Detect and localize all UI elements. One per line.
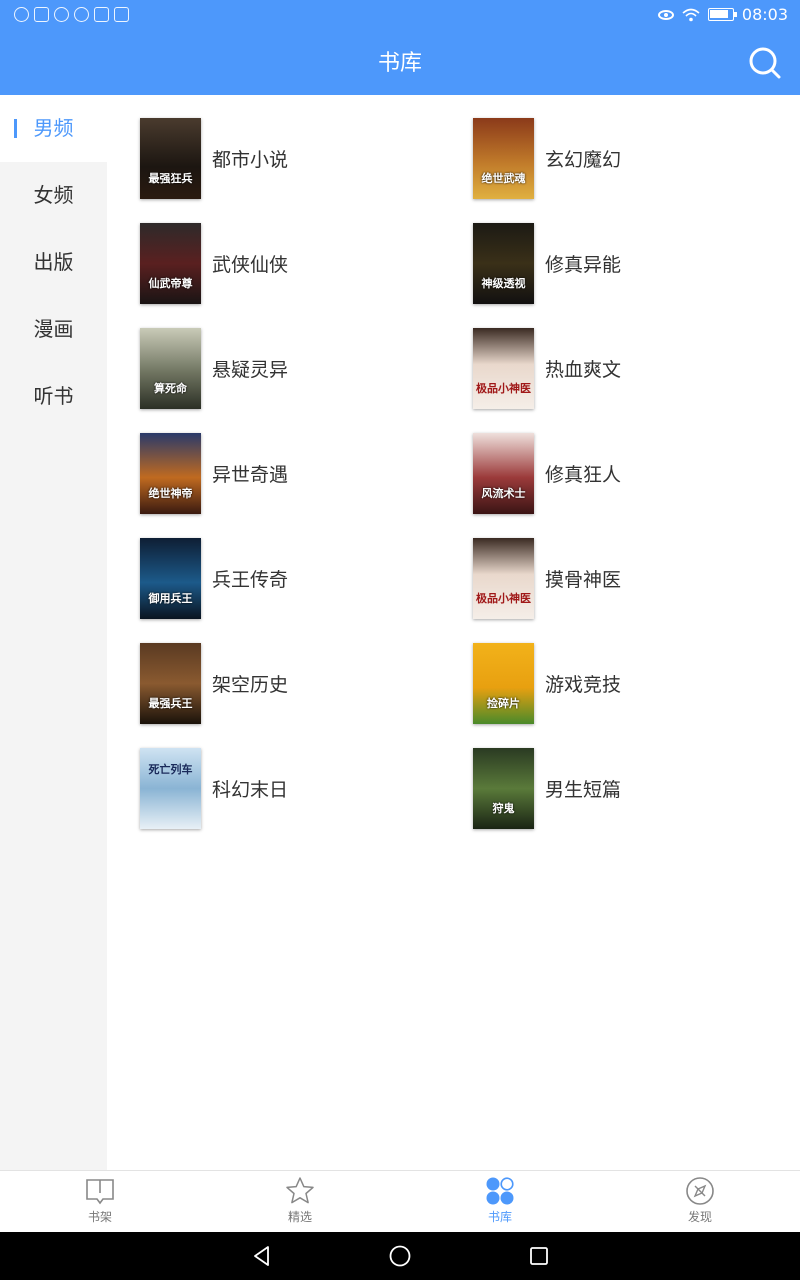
- cover-title: 极品小神医: [476, 591, 531, 605]
- category-label: 热血爽文: [545, 358, 622, 381]
- category-label: 兵王传奇: [212, 568, 289, 591]
- category-item-bone-doctor[interactable]: 极品小神医 摸骨神医: [473, 537, 773, 619]
- book-cover: 仙武帝尊: [140, 222, 201, 304]
- category-item-hotblood[interactable]: 极品小神医 热血爽文: [473, 327, 773, 409]
- sidebar-item-audiobooks[interactable]: 听书: [0, 363, 107, 430]
- bookshelf-icon: [86, 1179, 114, 1205]
- book-cover: 算死命: [140, 327, 201, 409]
- category-label: 游戏竞技: [545, 673, 622, 696]
- page-title: 书库: [377, 51, 422, 76]
- cover-title: 风流术士: [481, 486, 526, 500]
- cover-title: 神级透视: [481, 276, 526, 290]
- book-cover: 御用兵王: [140, 537, 201, 619]
- category-label: 修真狂人: [545, 463, 622, 486]
- back-icon[interactable]: [250, 1244, 274, 1268]
- category-label: 修真异能: [545, 253, 622, 276]
- tab-label: 精选: [287, 1210, 312, 1224]
- add-icon: [114, 7, 129, 22]
- category-item-alt-history[interactable]: 最强兵王 架空历史: [140, 642, 440, 724]
- tab-label: 书库: [487, 1210, 512, 1224]
- book-cover: 极品小神医: [473, 537, 534, 619]
- category-label: 都市小说: [212, 148, 289, 171]
- app-header: 书库: [0, 32, 800, 95]
- tab-bookshelf[interactable]: 书架: [0, 1171, 200, 1233]
- qq-icon: [54, 7, 69, 22]
- book-cover: 最强兵王: [140, 642, 201, 724]
- cover-title: 最强兵王: [148, 696, 193, 710]
- status-bar: 08:03: [0, 0, 800, 32]
- book-cover: 神级透视: [473, 222, 534, 304]
- bottom-tab-bar: 书架 精选 书库 发现: [0, 1170, 800, 1232]
- cover-title: 极品小神医: [476, 381, 531, 395]
- category-label: 架空历史: [212, 673, 289, 696]
- sidebar-item-comics[interactable]: 漫画: [0, 296, 107, 363]
- category-label: 摸骨神医: [545, 568, 622, 591]
- compass-icon: [686, 1177, 714, 1205]
- sidebar-item-female[interactable]: 女频: [0, 162, 107, 229]
- calendar-icon: [94, 7, 109, 22]
- cover-title: 仙武帝尊: [148, 276, 193, 290]
- category-label: 男生短篇: [545, 778, 622, 801]
- tab-featured[interactable]: 精选: [200, 1171, 400, 1233]
- category-label: 武侠仙侠: [212, 253, 289, 276]
- book-cover: 风流术士: [473, 432, 534, 514]
- search-icon[interactable]: [748, 46, 782, 80]
- book-cover: 捡碎片: [473, 642, 534, 724]
- cloud-icon: [14, 7, 29, 22]
- infinity-icon: [74, 7, 89, 22]
- category-label: 玄幻魔幻: [545, 148, 622, 171]
- category-item-short-stories[interactable]: 狩鬼 男生短篇: [473, 747, 773, 829]
- category-item-wuxia[interactable]: 仙武帝尊 武侠仙侠: [140, 222, 440, 304]
- tab-label: 书架: [87, 1210, 112, 1224]
- category-item-gaming[interactable]: 捡碎片 游戏竞技: [473, 642, 773, 724]
- book-cover: 绝世神帝: [140, 432, 201, 514]
- category-item-soldier-king[interactable]: 御用兵王 兵王传奇: [140, 537, 440, 619]
- cover-title: 捡碎片: [487, 696, 520, 710]
- cover-title: 绝世神帝: [148, 486, 193, 500]
- cover-title: 死亡列车: [148, 762, 193, 776]
- home-icon[interactable]: [388, 1244, 412, 1268]
- book-cover: 绝世武魂: [473, 117, 534, 199]
- category-item-scifi[interactable]: 死亡列车 科幻末日: [140, 747, 440, 829]
- notification-icons: [14, 7, 129, 22]
- tab-label: 发现: [687, 1210, 712, 1224]
- star-icon: [286, 1177, 314, 1204]
- book-cover: 狩鬼: [473, 747, 534, 829]
- tab-library[interactable]: 书库: [400, 1171, 600, 1233]
- cover-title: 御用兵王: [148, 591, 193, 605]
- category-label: 科幻末日: [212, 778, 289, 801]
- recents-icon[interactable]: [527, 1244, 551, 1268]
- channel-sidebar: 男频 女频 出版 漫画 听书: [0, 95, 107, 1170]
- category-item-urban[interactable]: 最强狂兵 都市小说: [140, 117, 440, 199]
- eye-comfort-icon: [657, 9, 674, 20]
- battery-icon: [707, 8, 737, 21]
- category-item-cultivation[interactable]: 神级透视 修真异能: [473, 222, 773, 304]
- cover-title: 狩鬼: [492, 801, 515, 815]
- cover-title: 算死命: [154, 381, 187, 395]
- tab-discover[interactable]: 发现: [600, 1171, 800, 1233]
- book-cover: 极品小神医: [473, 327, 534, 409]
- category-item-cultivation-mad[interactable]: 风流术士 修真狂人: [473, 432, 773, 514]
- sim-icon: [34, 7, 49, 22]
- category-label: 异世奇遇: [212, 463, 289, 486]
- sidebar-item-male[interactable]: 男频: [0, 95, 107, 162]
- clock: 08:03: [741, 5, 788, 24]
- category-item-fantasy[interactable]: 绝世武魂 玄幻魔幻: [473, 117, 773, 199]
- system-nav-bar: [0, 1232, 800, 1280]
- sidebar-item-publish[interactable]: 出版: [0, 229, 107, 296]
- category-label: 悬疑灵异: [212, 358, 289, 381]
- wifi-icon: [682, 8, 700, 21]
- category-item-mystery[interactable]: 算死命 悬疑灵异: [140, 327, 440, 409]
- cover-title: 绝世武魂: [481, 171, 526, 185]
- category-item-otherworld[interactable]: 绝世神帝 异世奇遇: [140, 432, 440, 514]
- book-cover: 死亡列车: [140, 747, 201, 829]
- book-cover: 最强狂兵: [140, 117, 201, 199]
- cover-title: 最强狂兵: [148, 171, 193, 185]
- library-icon: [486, 1177, 514, 1205]
